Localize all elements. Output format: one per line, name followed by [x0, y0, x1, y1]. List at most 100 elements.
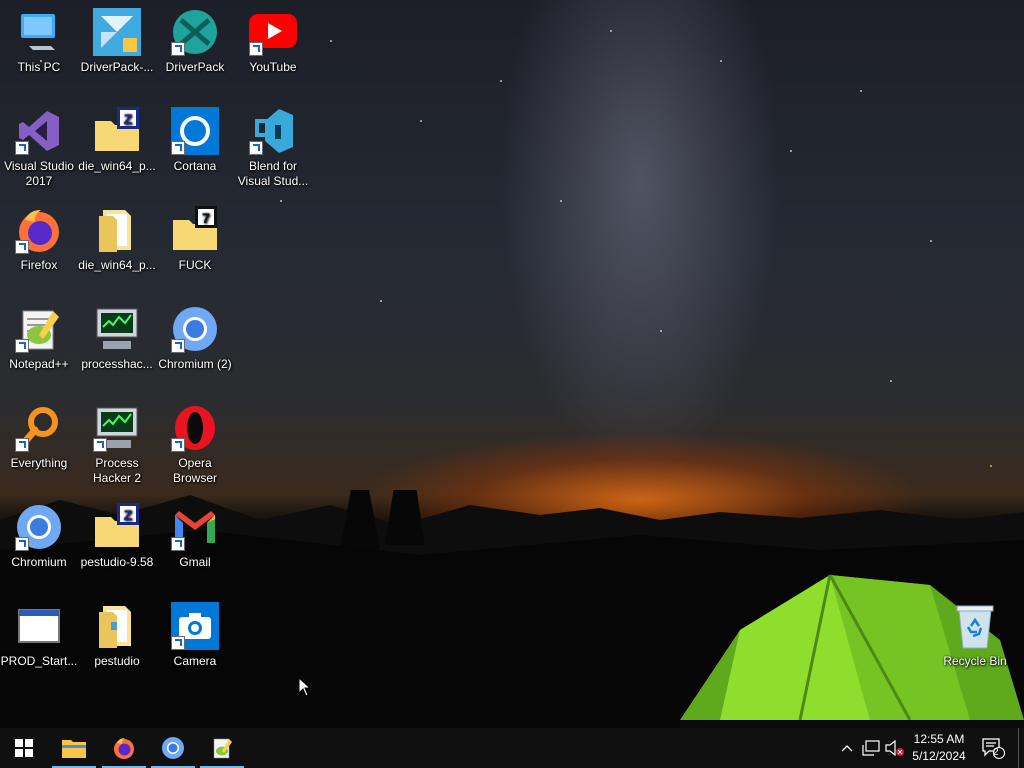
taskbar-chromium[interactable] — [149, 728, 197, 768]
desktop-icon-label: pestudio-9.58 — [80, 555, 154, 569]
action-center-button[interactable]: 2 — [978, 728, 1008, 768]
7zip-folder-icon: 7 — [171, 206, 219, 254]
volume-muted-icon — [885, 740, 904, 756]
shortcut-arrow-icon — [15, 438, 29, 452]
visual-studio-icon — [15, 107, 63, 155]
star — [930, 240, 932, 242]
svg-text:Z: Z — [124, 507, 133, 523]
chevron-up-icon — [841, 745, 853, 752]
star — [380, 300, 382, 302]
desktop-icon-blend-visual-studio[interactable]: Blend for Visual Stud... — [234, 101, 312, 189]
desktop-icon-opera-browser[interactable]: Opera Browser — [156, 398, 234, 486]
desktop-icon-driverpack-installer[interactable]: DriverPack-... — [78, 2, 156, 75]
window-app-icon — [15, 602, 63, 650]
desktop-icon-firefox[interactable]: Firefox — [0, 200, 78, 273]
everything-icon — [15, 404, 63, 452]
desktop-icon-camera[interactable]: Camera — [156, 596, 234, 669]
star — [720, 60, 722, 62]
desktop-icon-process-hacker-2[interactable]: Process Hacker 2 — [78, 398, 156, 486]
taskbar-clock[interactable]: 12:55 AM 5/12/2024 — [904, 731, 974, 765]
network-icon — [862, 740, 880, 756]
taskbar-firefox[interactable] — [100, 728, 148, 768]
desktop-icon-this-pc[interactable]: This PC — [0, 2, 78, 75]
shortcut-arrow-icon — [249, 42, 263, 56]
star — [560, 200, 562, 202]
start-button[interactable] — [0, 728, 48, 768]
desktop-icon-driverpack[interactable]: DriverPack — [156, 2, 234, 75]
desktop-icon-label: processhac... — [81, 357, 153, 371]
desktop-icon-chromium-2[interactable]: Chromium (2) — [156, 299, 234, 372]
taskbar-file-explorer[interactable] — [50, 728, 98, 768]
desktop-icon-label: FUCK — [178, 258, 212, 272]
network-button[interactable] — [860, 728, 882, 768]
star — [660, 330, 662, 332]
shortcut-arrow-icon — [249, 141, 263, 155]
star — [500, 80, 502, 82]
star — [420, 120, 422, 122]
desktop-icon-notepad-plus-plus[interactable]: Notepad++ — [0, 299, 78, 372]
firefox-icon — [114, 738, 134, 759]
desktop-icon-pestudio-zip[interactable]: Z pestudio-9.58 — [78, 497, 156, 570]
shortcut-arrow-icon — [15, 537, 29, 551]
process-hacker-icon — [93, 305, 141, 353]
chromium-icon — [162, 737, 184, 759]
star — [330, 40, 332, 42]
desktop-icon-label: YouTube — [249, 60, 297, 74]
desktop-icon-processhacker[interactable]: processhac... — [78, 299, 156, 372]
gmail-icon — [171, 503, 219, 551]
taskbar-notepad-plus-plus[interactable] — [198, 728, 246, 768]
desktop-icon-label: Firefox — [20, 258, 58, 272]
desktop-icon-label: Opera Browser — [172, 456, 217, 485]
youtube-icon — [249, 8, 297, 56]
notepad-plus-plus-icon — [15, 305, 63, 353]
star — [890, 380, 892, 382]
folder-icon — [93, 602, 141, 650]
shortcut-arrow-icon — [171, 537, 185, 551]
zip-folder-icon: Z — [93, 107, 141, 155]
driverpack-icon — [171, 8, 219, 56]
shortcut-arrow-icon — [15, 141, 29, 155]
desktop-icon-everything[interactable]: Everything — [0, 398, 78, 471]
show-hidden-icons-button[interactable] — [838, 728, 856, 768]
desktop-icon-recycle-bin[interactable]: Recycle Bin — [936, 596, 1014, 669]
desktop-icon-chromium[interactable]: Chromium — [0, 497, 78, 570]
star — [790, 150, 792, 152]
desktop-icon-die-win64-zip[interactable]: Z die_win64_p... — [78, 101, 156, 174]
desktop-icon-label: pestudio — [94, 654, 140, 668]
star — [860, 90, 862, 92]
clock-date: 5/12/2024 — [912, 749, 966, 763]
desktop-icon-label: Visual Studio 2017 — [4, 159, 74, 188]
desktop-icon-label: This PC — [17, 60, 61, 74]
desktop-icon-pestudio-folder[interactable]: pestudio — [78, 596, 156, 669]
shortcut-arrow-icon — [93, 438, 107, 452]
desktop-icon-youtube[interactable]: YouTube — [234, 2, 312, 75]
desktop-icon-label: DriverPack-... — [80, 60, 154, 74]
svg-text:7: 7 — [202, 210, 210, 226]
volume-button[interactable] — [884, 728, 906, 768]
chromium-icon — [15, 503, 63, 551]
desktop-icon-label: Notepad++ — [9, 357, 69, 371]
shortcut-arrow-icon — [171, 42, 185, 56]
desktop-icon-prod-start[interactable]: PROD_Start... — [0, 596, 78, 669]
chromium-icon — [171, 305, 219, 353]
desktop-icon-label: die_win64_p... — [78, 258, 156, 272]
desktop-icon-label: Recycle Bin — [943, 654, 1007, 668]
desktop-icon-label: Chromium (2) — [158, 357, 232, 371]
folder-icon — [93, 206, 141, 254]
desktop-icon-visual-studio-2017[interactable]: Visual Studio 2017 — [0, 101, 78, 189]
driverpack-installer-icon — [93, 8, 141, 56]
process-hacker-icon — [93, 404, 141, 452]
desktop-icon-gmail[interactable]: Gmail — [156, 497, 234, 570]
desktop-icon-label: Process Hacker 2 — [92, 456, 142, 485]
shortcut-arrow-icon — [171, 141, 185, 155]
svg-text:Z: Z — [124, 111, 133, 127]
desktop-icon-cortana[interactable]: Cortana — [156, 101, 234, 174]
recycle-bin-icon — [951, 602, 999, 650]
shortcut-arrow-icon — [171, 636, 185, 650]
mouse-pointer-icon — [298, 677, 312, 697]
opera-icon — [171, 404, 219, 452]
desktop-icon-die-win64-folder[interactable]: die_win64_p... — [78, 200, 156, 273]
desktop-icon-fuck-7zip[interactable]: 7 FUCK — [156, 200, 234, 273]
star — [990, 465, 992, 467]
show-desktop-button[interactable] — [1018, 728, 1024, 768]
